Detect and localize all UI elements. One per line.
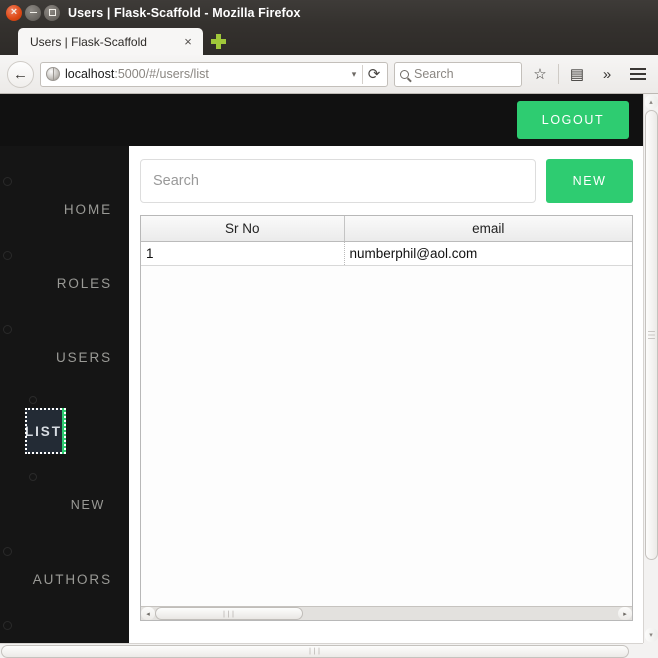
bullet-circle-icon bbox=[3, 547, 12, 556]
globe-icon bbox=[46, 67, 60, 81]
app-header: LOGOUT bbox=[0, 94, 643, 146]
window-controls bbox=[0, 4, 60, 21]
cell-sr-no: 1 bbox=[141, 241, 345, 266]
browser-search-box[interactable]: Search bbox=[394, 61, 522, 87]
scrollbar-thumb[interactable]: ∣∣∣ bbox=[155, 607, 303, 620]
scroll-right-arrow-icon[interactable]: ▸ bbox=[618, 607, 633, 620]
sidebar-item-label: LIST bbox=[25, 423, 62, 439]
column-header-email[interactable]: email bbox=[344, 216, 633, 242]
window-maximize-button[interactable] bbox=[44, 4, 60, 21]
sidebar-item-home[interactable]: HOME bbox=[0, 172, 129, 246]
bullet-circle-icon bbox=[3, 621, 12, 630]
page-vertical-scrollbar[interactable]: ▴ ∣∣∣ ▾ bbox=[643, 94, 658, 643]
hamburger-line bbox=[630, 78, 646, 80]
search-input[interactable] bbox=[140, 159, 537, 203]
sidebar-nav: HOME ROLES USERS LIST NEW AUTHORS bbox=[0, 146, 129, 643]
back-button-icon[interactable]: ← bbox=[7, 60, 34, 88]
divider bbox=[558, 64, 559, 84]
vertical-scrollbar-track[interactable]: ∣∣∣ bbox=[644, 110, 658, 627]
browser-toolbar: ← localhost:5000/#/users/list ▾ ⟳ Search… bbox=[0, 55, 658, 94]
sidebar-subitem-list-wrapper: LIST bbox=[0, 394, 129, 468]
plus-horizontal-bar bbox=[210, 39, 226, 44]
chevron-down-icon[interactable]: ▾ bbox=[346, 69, 362, 80]
browser-tab-users[interactable]: Users | Flask-Scaffold × bbox=[18, 28, 203, 55]
logout-button[interactable]: LOGOUT bbox=[517, 101, 629, 139]
scrollbar-corner bbox=[643, 643, 658, 658]
users-table-panel: Sr No email 1 numberphil@aol.com ◂ ∣∣∣ ▸ bbox=[140, 215, 634, 621]
main-content: NEW Sr No email 1 numb bbox=[129, 146, 643, 643]
page-horizontal-scrollbar[interactable]: ∣∣∣ ▸ bbox=[0, 643, 658, 658]
sidebar-item-label: HOME bbox=[63, 201, 112, 217]
table-body: 1 numberphil@aol.com bbox=[141, 241, 633, 266]
overflow-chevron-icon[interactable]: » bbox=[595, 61, 619, 87]
sidebar-item-list[interactable]: LIST bbox=[25, 408, 66, 454]
sidebar-item-authors[interactable]: AUTHORS bbox=[0, 542, 129, 616]
sidebar-item-label: AUTHORS bbox=[32, 571, 112, 587]
sidebar-item-label: USERS bbox=[55, 349, 112, 365]
window-close-button[interactable] bbox=[6, 4, 22, 21]
scroll-up-arrow-icon[interactable]: ▴ bbox=[644, 95, 658, 109]
cell-email: numberphil@aol.com bbox=[344, 241, 633, 266]
browser-search-placeholder: Search bbox=[414, 67, 454, 81]
bullet-circle-icon bbox=[3, 251, 12, 260]
scrollbar-track[interactable]: ∣∣∣ bbox=[155, 607, 618, 620]
sidebar-item-roles[interactable]: ROLES bbox=[0, 246, 129, 320]
reader-list-icon[interactable]: ▤ bbox=[565, 61, 589, 87]
users-table: Sr No email 1 numberphil@aol.com bbox=[141, 216, 633, 266]
tab-close-icon[interactable]: × bbox=[180, 34, 196, 50]
search-icon bbox=[400, 69, 409, 79]
url-host: localhost bbox=[65, 67, 115, 81]
table-header-row: Sr No email bbox=[141, 216, 633, 242]
sidebar-item-users[interactable]: USERS bbox=[0, 320, 129, 394]
vertical-scrollbar-thumb[interactable]: ∣∣∣ bbox=[644, 110, 658, 560]
url-text: localhost:5000/#/users/list bbox=[65, 67, 346, 81]
sidebar-item-new[interactable]: NEW bbox=[0, 468, 129, 542]
tab-strip: Users | Flask-Scaffold × bbox=[0, 25, 658, 55]
bookmark-star-icon[interactable]: ☆ bbox=[528, 61, 552, 87]
web-page: LOGOUT HOME ROLES USERS LIST NEW AUTHORS… bbox=[0, 94, 643, 643]
window-titlebar: Users | Flask-Scaffold - Mozilla Firefox bbox=[0, 0, 658, 25]
window-title: Users | Flask-Scaffold - Mozilla Firefox bbox=[68, 5, 301, 20]
sidebar-item-label: ROLES bbox=[56, 275, 112, 291]
sidebar-item-spacer bbox=[0, 616, 129, 643]
bullet-circle-icon bbox=[29, 396, 37, 404]
table-horizontal-scrollbar[interactable]: ◂ ∣∣∣ ▸ bbox=[141, 606, 633, 620]
table-empty-area bbox=[141, 265, 633, 606]
new-tab-icon[interactable] bbox=[205, 28, 231, 55]
tab-title: Users | Flask-Scaffold bbox=[30, 34, 147, 49]
column-header-sr-no[interactable]: Sr No bbox=[141, 216, 345, 242]
scroll-down-arrow-icon[interactable]: ▾ bbox=[644, 628, 658, 642]
scroll-left-arrow-icon[interactable]: ◂ bbox=[141, 607, 155, 620]
url-bar[interactable]: localhost:5000/#/users/list ▾ ⟳ bbox=[40, 61, 388, 87]
window-minimize-button[interactable] bbox=[25, 4, 41, 21]
menu-hamburger-icon[interactable] bbox=[625, 61, 651, 87]
sidebar-item-label: NEW bbox=[70, 498, 105, 512]
hamburger-line bbox=[630, 68, 646, 70]
table-row[interactable]: 1 numberphil@aol.com bbox=[141, 241, 633, 266]
bullet-circle-icon bbox=[3, 177, 12, 186]
new-button[interactable]: NEW bbox=[546, 159, 634, 203]
table-head: Sr No email bbox=[141, 216, 633, 242]
url-path: :5000/#/users/list bbox=[114, 67, 209, 81]
bullet-circle-icon bbox=[3, 325, 12, 334]
app-body: HOME ROLES USERS LIST NEW AUTHORS Search… bbox=[0, 146, 643, 643]
browser-viewport: LOGOUT HOME ROLES USERS LIST NEW AUTHORS… bbox=[0, 94, 658, 658]
hamburger-line bbox=[630, 73, 646, 75]
reload-icon[interactable]: ⟳ bbox=[363, 63, 385, 86]
content-toolbar: NEW bbox=[140, 159, 634, 203]
horizontal-scrollbar-track[interactable]: ∣∣∣ bbox=[1, 644, 643, 658]
scrollbar-grip: ∣∣∣ bbox=[647, 329, 654, 341]
horizontal-scrollbar-thumb[interactable]: ∣∣∣ bbox=[1, 644, 629, 658]
bullet-circle-icon bbox=[29, 473, 37, 481]
